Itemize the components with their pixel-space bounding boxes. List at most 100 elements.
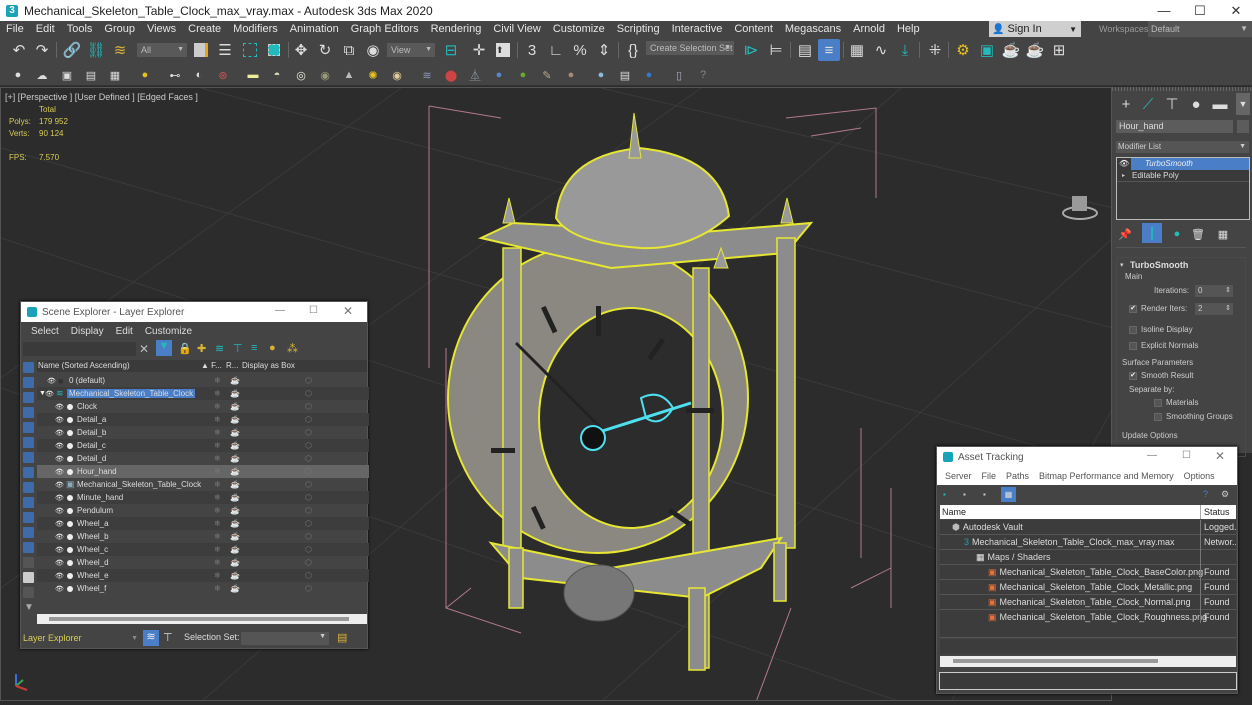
horizontal-scrollbar[interactable] (940, 656, 1236, 667)
rendered-frame-icon[interactable]: ▣ (976, 39, 998, 61)
visibility-eye-icon[interactable]: 👁 (55, 533, 64, 541)
maximize-button[interactable]: ☐ (309, 305, 318, 316)
render-iters-spinner[interactable]: 2 ⇕ (1195, 303, 1233, 315)
materials-checkbox[interactable]: Materials (1154, 398, 1198, 407)
rollout-title[interactable]: TurboSmooth (1130, 260, 1188, 270)
toggle-scene-explorer-icon[interactable]: ≡ (818, 39, 840, 61)
layer-stack-icon[interactable]: ≡ (251, 342, 257, 354)
align-icon[interactable]: ⊨ (765, 39, 787, 61)
tree-row[interactable]: 👁 ▣ Mechanical_Skeleton_Table_Clock ❄ ☕ ⬡ (37, 478, 369, 491)
display-geometry-icon[interactable] (23, 377, 34, 388)
renderable-teapot-icon[interactable]: ☕ (230, 493, 240, 502)
search-input[interactable] (23, 342, 136, 356)
eye-light-icon[interactable]: ◉ (316, 66, 334, 84)
material-editor-icon[interactable]: ⁜ (924, 39, 946, 61)
renderable-teapot-icon[interactable]: ☕ (230, 480, 240, 489)
tree-row-name[interactable]: Hour_hand (77, 467, 117, 476)
tree-row[interactable]: 👁 Hour_hand ❄ ☕ ⬡ (37, 465, 369, 478)
tree-row-name[interactable]: Wheel_e (77, 571, 109, 580)
fur-icon[interactable]: ≋ (418, 66, 436, 84)
modifier-editable-poly[interactable]: Editable Poly (1132, 170, 1179, 182)
scrollbar-thumb[interactable] (49, 617, 349, 621)
move-icon[interactable]: ✥ (290, 39, 312, 61)
at-menu-bitmap-performance[interactable]: Bitmap Performance and Memory (1034, 471, 1179, 481)
tree-row[interactable]: ▼ 👁 ≋ Mechanical_Skeleton_Table_Clock ❄ ☕ ⬡ (37, 387, 369, 400)
hierarchy-mode-icon[interactable]: ⊤ (163, 631, 173, 644)
displace-icon[interactable]: ✎ (538, 66, 556, 84)
asset-row[interactable]: 3 Mechanical_Skeleton_Table_Clock_max_vra… (940, 534, 1236, 550)
display-as-box-icon[interactable]: ⬡ (305, 389, 312, 398)
tree-row-name[interactable]: Mechanical_Skeleton_Table_Clock (77, 480, 201, 489)
object-name-field[interactable]: Hour_hand (1116, 120, 1233, 133)
se-menu-display[interactable]: Display (65, 326, 110, 337)
display-lights-icon[interactable] (23, 407, 34, 418)
sun-icon[interactable]: ✺ (364, 66, 382, 84)
light-icon[interactable]: ● (136, 66, 154, 84)
named-selection-set-dropdown[interactable]: Create Selection Set ▼ (646, 41, 734, 55)
display-frozen-icon[interactable] (23, 527, 34, 538)
col-name[interactable]: Name (Sorted Ascending) (38, 361, 130, 370)
at-menu-server[interactable]: Server (940, 471, 977, 481)
menu-file[interactable]: File (0, 23, 30, 35)
scale-icon[interactable]: ⧉ (338, 39, 360, 61)
sign-in-dropdown[interactable]: 👤 Sign In ▼ (989, 21, 1081, 37)
display-as-box-icon[interactable]: ⬡ (305, 532, 312, 541)
menu-content[interactable]: Content (728, 23, 779, 35)
image-icon[interactable]: ▣ (58, 66, 76, 84)
freeze-icon[interactable]: ❄ (214, 545, 221, 554)
col-frozen[interactable]: ▲ F... (201, 361, 222, 370)
make-unique-icon[interactable]: ● (1168, 225, 1186, 243)
menu-views[interactable]: Views (141, 23, 182, 35)
display-space-warps-icon[interactable] (23, 452, 34, 463)
menu-customize[interactable]: Customize (547, 23, 611, 35)
tree-row[interactable]: 👁 Pendulum ❄ ☕ ⬡ (37, 504, 369, 517)
select-manipulate-icon[interactable]: ✛ (468, 39, 490, 61)
create-tab-icon[interactable]: + (1115, 93, 1137, 115)
ribbon-icon[interactable]: ▦ (846, 39, 868, 61)
minimize-button[interactable]: — (275, 305, 285, 316)
table-view-icon[interactable]: ▦ (1001, 487, 1016, 502)
isoline-display-checkbox[interactable]: Isoline Display (1129, 325, 1193, 334)
edit-named-sets-icon[interactable]: {} (622, 39, 644, 61)
renderable-teapot-icon[interactable]: ☕ (230, 519, 240, 528)
smooth-result-checkbox[interactable]: ✔ Smooth Result (1129, 371, 1193, 380)
maximize-button[interactable]: ☐ (1182, 450, 1191, 461)
tree-row-name[interactable]: Detail_a (77, 415, 106, 424)
tree-row[interactable]: 👁 Wheel_c ❄ ☕ ⬡ (37, 543, 369, 556)
freeze-icon[interactable]: ❄ (214, 519, 221, 528)
window-crossing-icon[interactable] (263, 39, 285, 61)
modifier-list-dropdown[interactable]: Modifier List ▼ (1116, 141, 1249, 153)
menu-arnold[interactable]: Arnold (847, 23, 891, 35)
spinner-snap-icon[interactable]: ⇕ (593, 39, 615, 61)
display-all-icon[interactable] (23, 557, 34, 568)
tree-row-name[interactable]: Detail_d (77, 454, 106, 463)
vault-settings-icon[interactable]: ⚙ (1221, 489, 1229, 500)
freeze-icon[interactable]: ❄ (214, 493, 221, 502)
layers-icon[interactable]: ≋ (215, 342, 224, 355)
tree-row[interactable]: 👁 Detail_b ❄ ☕ ⬡ (37, 426, 369, 439)
plane-icon[interactable]: ▬ (244, 66, 262, 84)
col-display-as-box[interactable]: Display as Box (242, 361, 295, 370)
table-icon[interactable]: ▦ (106, 66, 124, 84)
configure-sets-icon[interactable]: ▦ (1214, 225, 1232, 243)
display-none-icon[interactable] (23, 362, 34, 373)
tree-row[interactable]: 👁 Clock ❄ ☕ ⬡ (37, 400, 369, 413)
tree-row-name[interactable]: Pendulum (77, 506, 113, 515)
menu-rendering[interactable]: Rendering (425, 23, 488, 35)
freeze-icon[interactable]: ❄ (214, 454, 221, 463)
bind-space-warp-icon[interactable]: ≋ (109, 39, 131, 61)
scatter-icon[interactable]: ● (514, 66, 532, 84)
asset-row[interactable]: ▦ Maps / Shaders (940, 549, 1236, 565)
renderable-teapot-icon[interactable]: ☕ (230, 428, 240, 437)
mirror-icon[interactable]: ⧐ (740, 39, 762, 61)
tree-row-name[interactable]: Detail_c (77, 441, 106, 450)
display-as-box-icon[interactable]: ⬡ (305, 545, 312, 554)
selection-set-dropdown[interactable]: ▼ (241, 632, 329, 645)
close-button[interactable]: ✕ (343, 304, 353, 318)
display-xrefs-icon[interactable] (23, 482, 34, 493)
unlink-icon[interactable]: ⛓ (85, 39, 107, 61)
renderable-teapot-icon[interactable]: ☕ (230, 415, 240, 424)
visibility-eye-icon[interactable]: 👁 (45, 390, 54, 398)
freeze-icon[interactable]: ❄ (214, 532, 221, 541)
display-as-box-icon[interactable]: ⬡ (305, 480, 312, 489)
